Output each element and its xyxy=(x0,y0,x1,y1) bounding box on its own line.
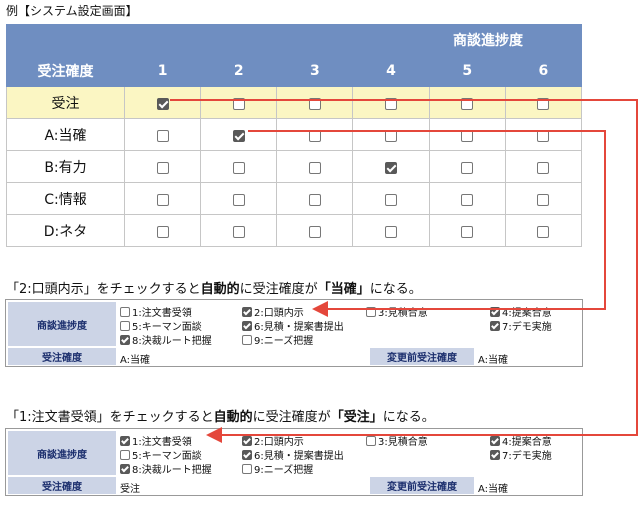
arrow-row-order xyxy=(170,99,638,443)
arrow-overlay xyxy=(170,99,638,443)
arrow-row-a xyxy=(248,130,606,317)
